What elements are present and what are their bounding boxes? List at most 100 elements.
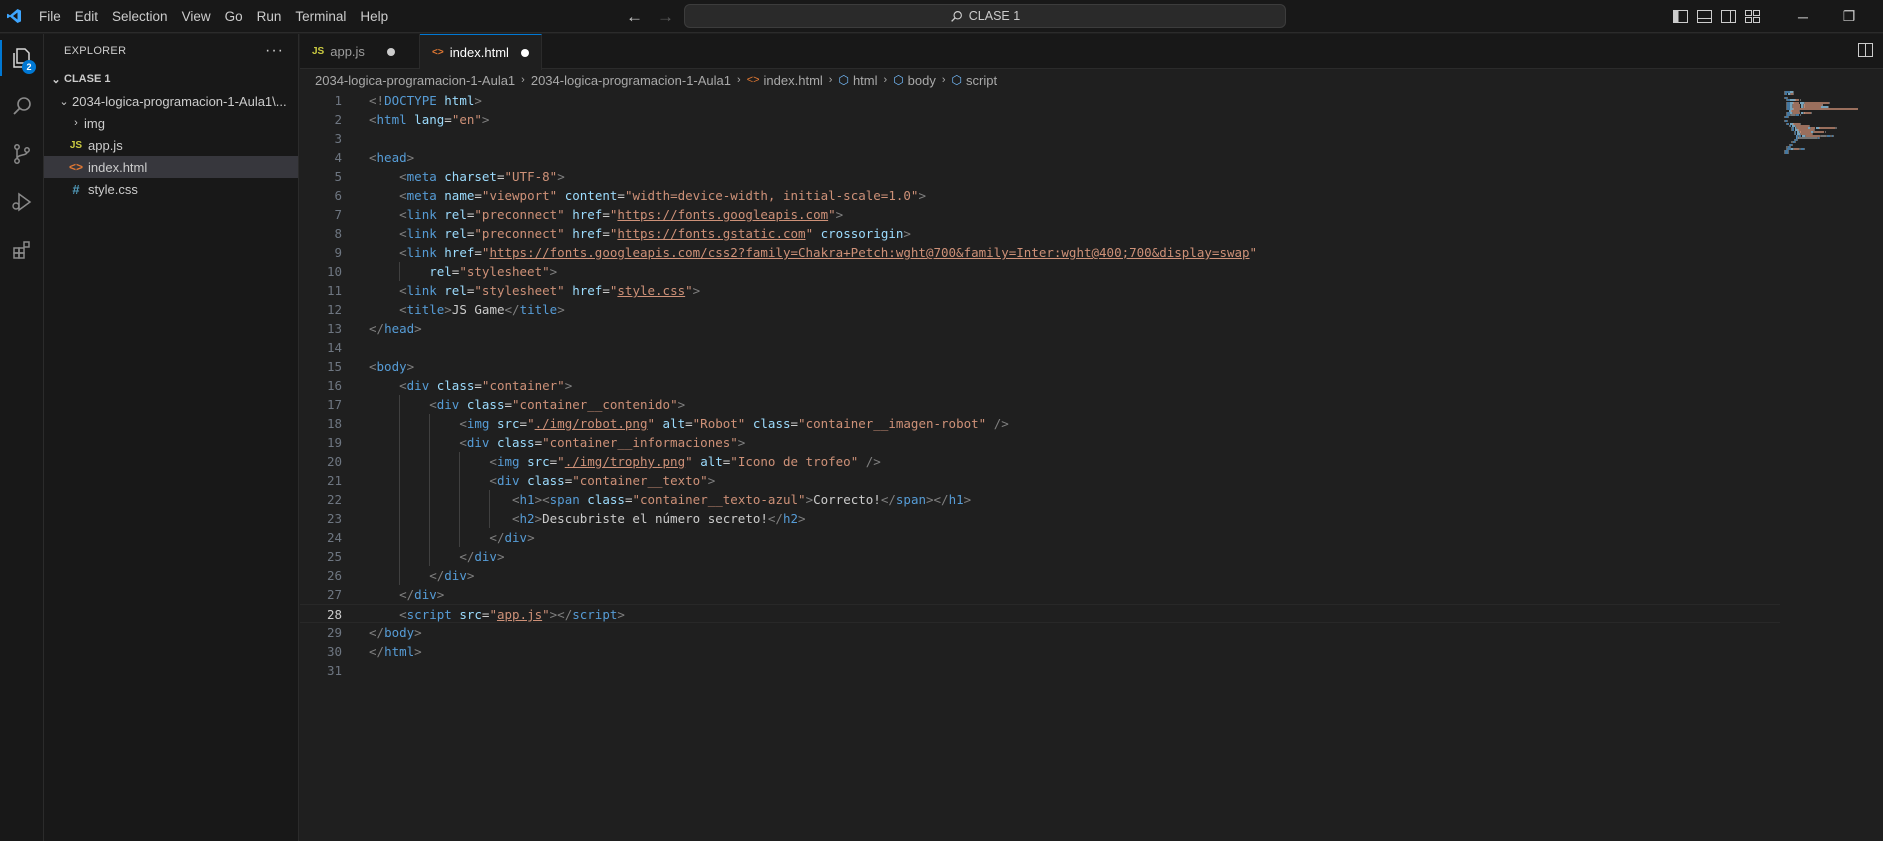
line-number: 12 (326, 302, 342, 317)
restore-icon[interactable]: ❐ (1826, 0, 1872, 33)
code-token: </ (459, 549, 475, 564)
code-token: img (496, 454, 520, 469)
code-line[interactable]: 12 <title>JS Game</title> (300, 300, 1780, 319)
command-center-search[interactable]: CLASE 1 (684, 4, 1286, 28)
tab-app-js[interactable]: JS app.js (300, 34, 420, 69)
menu-item-edit[interactable]: Edit (68, 0, 105, 33)
tab-index-html[interactable]: <> index.html (420, 34, 542, 70)
code-token: < (399, 607, 407, 622)
code-token: > (481, 112, 490, 127)
code-token: script (572, 607, 618, 622)
explorer-activity[interactable]: 2 (0, 34, 44, 82)
split-editor-icon[interactable] (1858, 43, 1873, 60)
code-line[interactable]: 30 </html> (300, 642, 1780, 661)
code-editor[interactable]: 1 <!DOCTYPE html> 2 <html lang="en"> 3 4 <head… (300, 91, 1883, 841)
forward-arrow-icon[interactable]: → (657, 7, 674, 27)
code-line[interactable]: 15 <body> (300, 357, 1780, 376)
tree-item-style-css[interactable]: # style.css (44, 178, 298, 200)
menu-item-file[interactable]: File (32, 0, 68, 33)
run-debug-activity[interactable] (0, 178, 44, 226)
code-token: > (798, 511, 806, 526)
code-line[interactable]: 14 (300, 338, 1780, 357)
code-line[interactable]: 9 <link href= "https://fonts.googleapis.c… (300, 243, 1780, 262)
extensions-activity[interactable] (0, 226, 44, 274)
customize-layout-icon[interactable] (1744, 9, 1760, 25)
code-line[interactable]: 17 <div class="container__contenido"> (300, 395, 1780, 414)
code-line[interactable]: 2 <html lang="en"> (300, 110, 1780, 129)
code-line[interactable]: 26 </div> (300, 566, 1780, 585)
menu-item-terminal[interactable]: Terminal (288, 0, 353, 33)
code-text: <head> (369, 148, 414, 167)
code-token: "UTF-8" (504, 169, 558, 184)
code-token: = (602, 207, 610, 222)
menu-item-view[interactable]: View (175, 0, 218, 33)
source-control-activity[interactable] (0, 130, 44, 178)
search-activity[interactable] (0, 82, 44, 130)
code-token: = (685, 416, 693, 431)
code-token: = (617, 188, 625, 203)
more-actions-icon[interactable]: ··· (265, 42, 284, 60)
tree-folder-root[interactable]: ⌄ 2034-logica-programacion-1-Aula1\... (44, 90, 298, 112)
code-token: div (414, 587, 437, 602)
code-line[interactable]: 23 <h2>Descubriste el número secreto!</h… (300, 509, 1780, 528)
code-line[interactable]: 7 <link rel="preconnect" href="https://f… (300, 205, 1780, 224)
code-line[interactable]: 29 </body> (300, 623, 1780, 642)
breadcrumb-item[interactable]: html (853, 73, 878, 88)
code-line[interactable]: 20 <img src="./img/trophy.png" alt="Icon… (300, 452, 1780, 471)
code-line[interactable]: 16 <div class="container"> (300, 376, 1780, 395)
menu-item-run[interactable]: Run (250, 0, 289, 33)
code-line[interactable]: 5 <meta charset="UTF-8"> (300, 167, 1780, 186)
code-token: DOCTYPE (384, 93, 437, 108)
breadcrumb-item[interactable]: body (908, 73, 936, 88)
code-line[interactable]: 3 (300, 129, 1780, 148)
breadcrumb-item[interactable]: 2034-logica-programacion-1-Aula1 (531, 73, 731, 88)
code-line[interactable]: 28 <script src="app.js"></script> (300, 604, 1780, 623)
code-line[interactable]: 31 (300, 661, 1780, 680)
code-line[interactable]: 19 <div class="container__informaciones"… (300, 433, 1780, 452)
code-line[interactable]: 13 </head> (300, 319, 1780, 338)
minimize-icon[interactable]: ─ (1780, 0, 1826, 33)
menu-item-help[interactable]: Help (353, 0, 395, 33)
code-text: <!DOCTYPE html> (369, 91, 482, 110)
code-line[interactable]: 6 <meta name="viewport" content="width=d… (300, 186, 1780, 205)
code-line[interactable]: 18 <img src="./img/robot.png" alt="Robot… (300, 414, 1780, 433)
code-token: meta (406, 169, 437, 184)
unsaved-dot-icon[interactable] (520, 48, 529, 57)
code-line[interactable]: 1 <!DOCTYPE html> (300, 91, 1780, 110)
minimap[interactable] (1784, 91, 1874, 161)
tree-item-img[interactable]: › img (44, 112, 298, 134)
code-line[interactable]: 24 </div> (300, 528, 1780, 547)
breadcrumb-item[interactable]: index.html (764, 73, 823, 88)
menu-item-go[interactable]: Go (218, 0, 250, 33)
back-arrow-icon[interactable]: ← (626, 7, 643, 27)
toggle-primary-sidebar-icon[interactable] (1672, 9, 1688, 25)
code-line[interactable]: 8 <link rel="preconnect" href="https://f… (300, 224, 1780, 243)
toggle-panel-icon[interactable] (1696, 9, 1712, 25)
tree-item-app-js[interactable]: JS app.js (44, 134, 298, 156)
code-text: </head> (369, 319, 422, 338)
code-token: > (406, 150, 415, 165)
code-line[interactable]: 27 </div> (300, 585, 1780, 604)
code-token: < (369, 150, 377, 165)
code-line[interactable]: 22 <h1><span class="container__texto-azu… (300, 490, 1780, 509)
minimap-segment (1792, 143, 1794, 146)
code-line[interactable]: 25 </div> (300, 547, 1780, 566)
code-token: > (436, 587, 445, 602)
menu-item-selection[interactable]: Selection (105, 0, 175, 33)
breadcrumb-item[interactable]: script (966, 73, 997, 88)
tree-item-index-html[interactable]: <> index.html (44, 156, 298, 178)
code-line[interactable]: 10 rel="stylesheet"> (300, 262, 1780, 281)
code-line[interactable]: 11 <link rel="stylesheet" href="style.cs… (300, 281, 1780, 300)
workspace-section[interactable]: ⌄ CLASE 1 (44, 68, 298, 90)
code-line[interactable]: 21 <div class="container__texto"> (300, 471, 1780, 490)
code-token: div (474, 549, 497, 564)
code-token: link (406, 207, 437, 222)
code-token: "stylesheet" (459, 264, 550, 279)
unsaved-dot-icon[interactable] (386, 47, 395, 56)
code-line[interactable]: 4 <head> (300, 148, 1780, 167)
toggle-secondary-sidebar-icon[interactable] (1720, 9, 1736, 25)
code-token: link (406, 226, 437, 241)
breadcrumb-item[interactable]: 2034-logica-programacion-1-Aula1 (315, 73, 515, 88)
code-token: div (504, 530, 528, 545)
